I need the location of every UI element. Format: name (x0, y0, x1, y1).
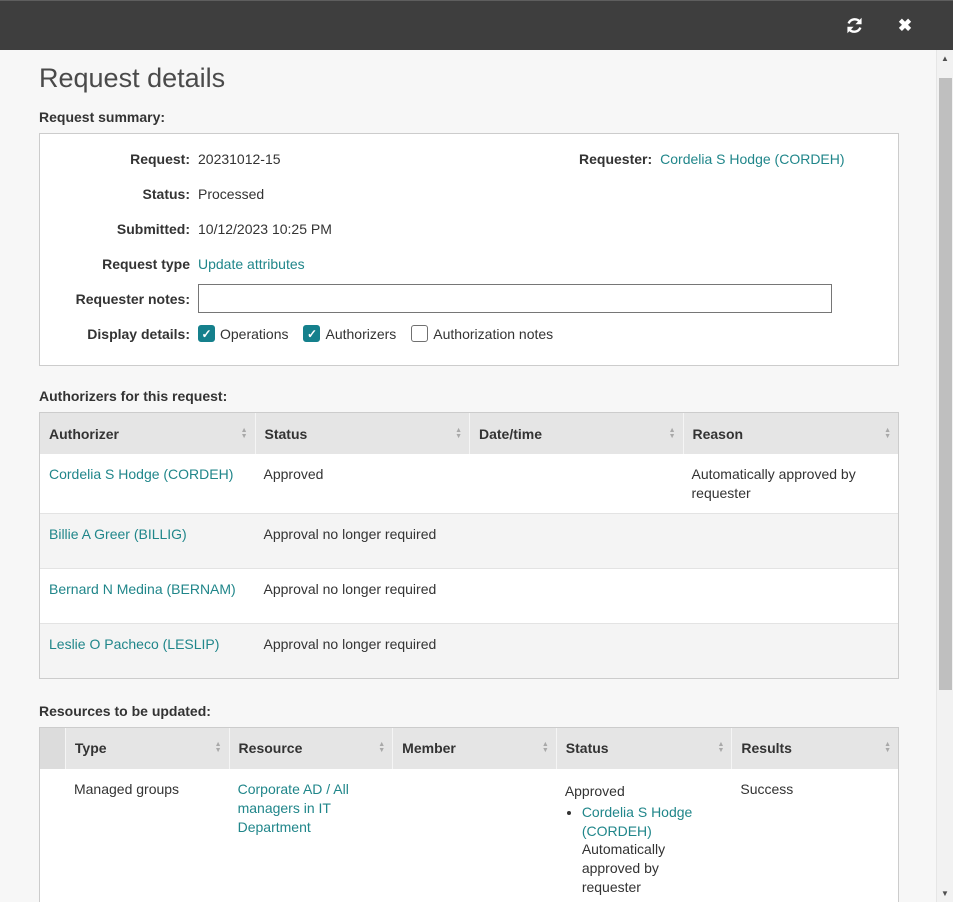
column-header-status[interactable]: Status ▲▼ (556, 728, 732, 769)
checkbox-authorizers-label: Authorizers (325, 326, 396, 342)
close-icon[interactable]: ✖ (895, 16, 915, 36)
request-value: 20231012-15 (198, 151, 281, 167)
table-row: Managed groups Corporate AD / All manage… (40, 769, 898, 902)
scroll-down-arrow-icon[interactable]: ▼ (937, 885, 953, 902)
authorizer-datetime (469, 454, 683, 513)
sort-icon: ▲▼ (455, 428, 462, 440)
display-details-label: Display details: (40, 326, 190, 342)
authorizers-heading: Authorizers for this request: (39, 388, 899, 404)
requester-link[interactable]: Cordelia S Hodge (CORDEH) (660, 151, 844, 167)
authorizer-link[interactable]: Leslie O Pacheco (LESLIP) (49, 636, 219, 652)
display-details-checkboxes: ✓ Operations ✓ Authorizers ✓ Authorizati… (198, 325, 553, 342)
requester-label: Requester: (579, 151, 652, 167)
page-title: Request details (39, 63, 899, 94)
table-row: Bernard N Medina (BERNAM) Approval no lo… (40, 568, 898, 623)
authorizer-reason (683, 569, 899, 623)
checkbox-authorization-notes-box-icon[interactable]: ✓ (411, 325, 428, 342)
column-header-authorizer[interactable]: Authorizer ▲▼ (40, 413, 255, 454)
column-header-member[interactable]: Member ▲▼ (392, 728, 556, 769)
resource-member (392, 769, 556, 902)
authorizers-section: Authorizers for this request: Authorizer… (39, 388, 899, 679)
status-label: Status: (40, 186, 190, 202)
row-select-cell (40, 769, 65, 902)
table-row: Cordelia S Hodge (CORDEH) Approved Autom… (40, 454, 898, 513)
resources-section: Resources to be updated: Type ▲▼ Resourc… (39, 703, 899, 902)
status-row: Status: Processed (40, 176, 898, 211)
resource-link[interactable]: Corporate AD / All managers in IT Depart… (238, 781, 349, 835)
request-summary-panel: Request: 20231012-15 Requester: Cordelia… (39, 133, 899, 366)
resources-table-header: Type ▲▼ Resource ▲▼ Member ▲▼ Status ▲▼ … (40, 728, 898, 769)
authorizer-datetime (469, 569, 683, 623)
authorizer-status: Approved (255, 454, 470, 513)
checkbox-authorization-notes-label: Authorization notes (433, 326, 553, 342)
requester-row: Requester: Cordelia S Hodge (CORDEH) (579, 141, 845, 176)
table-row: Leslie O Pacheco (LESLIP) Approval no lo… (40, 623, 898, 678)
sort-icon: ▲▼ (884, 742, 891, 754)
sort-icon: ▲▼ (378, 742, 385, 754)
column-header-status[interactable]: Status ▲▼ (255, 413, 470, 454)
request-type-link[interactable]: Update attributes (198, 256, 305, 272)
authorizer-status: Approval no longer required (255, 569, 470, 623)
checkbox-authorizers-box-icon[interactable]: ✓ (303, 325, 320, 342)
authorizer-reason (683, 514, 899, 568)
submitted-value: 10/12/2023 10:25 PM (198, 221, 332, 237)
sort-icon: ▲▼ (241, 428, 248, 440)
request-type-row: Request type Update attributes (40, 246, 898, 281)
authorizer-datetime (469, 514, 683, 568)
checkbox-authorization-notes[interactable]: ✓ Authorization notes (411, 325, 553, 342)
checkbox-operations-box-icon[interactable]: ✓ (198, 325, 215, 342)
authorizer-reason: Automatically approved by requester (683, 454, 899, 513)
submitted-row: Submitted: 10/12/2023 10:25 PM (40, 211, 898, 246)
authorizer-reason (683, 624, 899, 678)
resources-table: Type ▲▼ Resource ▲▼ Member ▲▼ Status ▲▼ … (39, 727, 899, 902)
authorizer-link[interactable]: Billie A Greer (BILLIG) (49, 526, 187, 542)
column-header-reason[interactable]: Reason ▲▼ (683, 413, 899, 454)
status-value: Processed (198, 186, 264, 202)
column-header-select (40, 728, 65, 769)
requester-notes-label: Requester notes: (40, 291, 190, 307)
column-header-datetime[interactable]: Date/time ▲▼ (469, 413, 683, 454)
resources-heading: Resources to be updated: (39, 703, 899, 719)
resource-status-cell: Approved Cordelia S Hodge (CORDEH) Autom… (556, 769, 732, 902)
request-type-label: Request type (40, 256, 190, 272)
column-header-results[interactable]: Results ▲▼ (731, 728, 898, 769)
scrollbar[interactable]: ▲ ▼ (936, 50, 953, 902)
display-details-row: Display details: ✓ Operations ✓ Authoriz… (40, 316, 898, 351)
authorizers-table-header: Authorizer ▲▼ Status ▲▼ Date/time ▲▼ Rea… (40, 413, 898, 454)
authorizer-status: Approval no longer required (255, 514, 470, 568)
submitted-label: Submitted: (40, 221, 190, 237)
status-note: Automatically approved by requester (582, 840, 722, 897)
sort-icon: ▲▼ (669, 428, 676, 440)
column-header-resource[interactable]: Resource ▲▼ (229, 728, 393, 769)
checkbox-operations[interactable]: ✓ Operations (198, 325, 288, 342)
request-summary-heading: Request summary: (39, 109, 899, 125)
requester-notes-row: Requester notes: (40, 281, 898, 316)
resource-status: Approved (565, 780, 722, 801)
checkbox-authorizers[interactable]: ✓ Authorizers (303, 325, 396, 342)
authorizer-link[interactable]: Cordelia S Hodge (CORDEH) (49, 466, 233, 482)
sort-icon: ▲▼ (215, 742, 222, 754)
sort-icon: ▲▼ (542, 742, 549, 754)
scroll-up-arrow-icon[interactable]: ▲ (937, 50, 953, 67)
status-approver-item: Cordelia S Hodge (CORDEH) Automatically … (582, 803, 722, 897)
status-approver-link[interactable]: Cordelia S Hodge (CORDEH) (582, 804, 693, 839)
resource-type: Managed groups (65, 769, 229, 902)
dialog-titlebar: ✖ (0, 0, 953, 50)
request-label: Request: (40, 151, 190, 167)
authorizer-datetime (469, 624, 683, 678)
authorizers-table: Authorizer ▲▼ Status ▲▼ Date/time ▲▼ Rea… (39, 412, 899, 679)
checkbox-operations-label: Operations (220, 326, 288, 342)
dialog-content: Request details Request summary: Request… (0, 50, 936, 902)
sort-icon: ▲▼ (884, 428, 891, 440)
resource-results: Success (731, 769, 898, 902)
column-header-type[interactable]: Type ▲▼ (65, 728, 229, 769)
authorizer-link[interactable]: Bernard N Medina (BERNAM) (49, 581, 236, 597)
refresh-icon[interactable] (844, 16, 864, 36)
sort-icon: ▲▼ (717, 742, 724, 754)
table-row: Billie A Greer (BILLIG) Approval no long… (40, 513, 898, 568)
requester-notes-input[interactable] (198, 284, 832, 313)
scrollbar-thumb[interactable] (939, 78, 952, 690)
authorizer-status: Approval no longer required (255, 624, 470, 678)
